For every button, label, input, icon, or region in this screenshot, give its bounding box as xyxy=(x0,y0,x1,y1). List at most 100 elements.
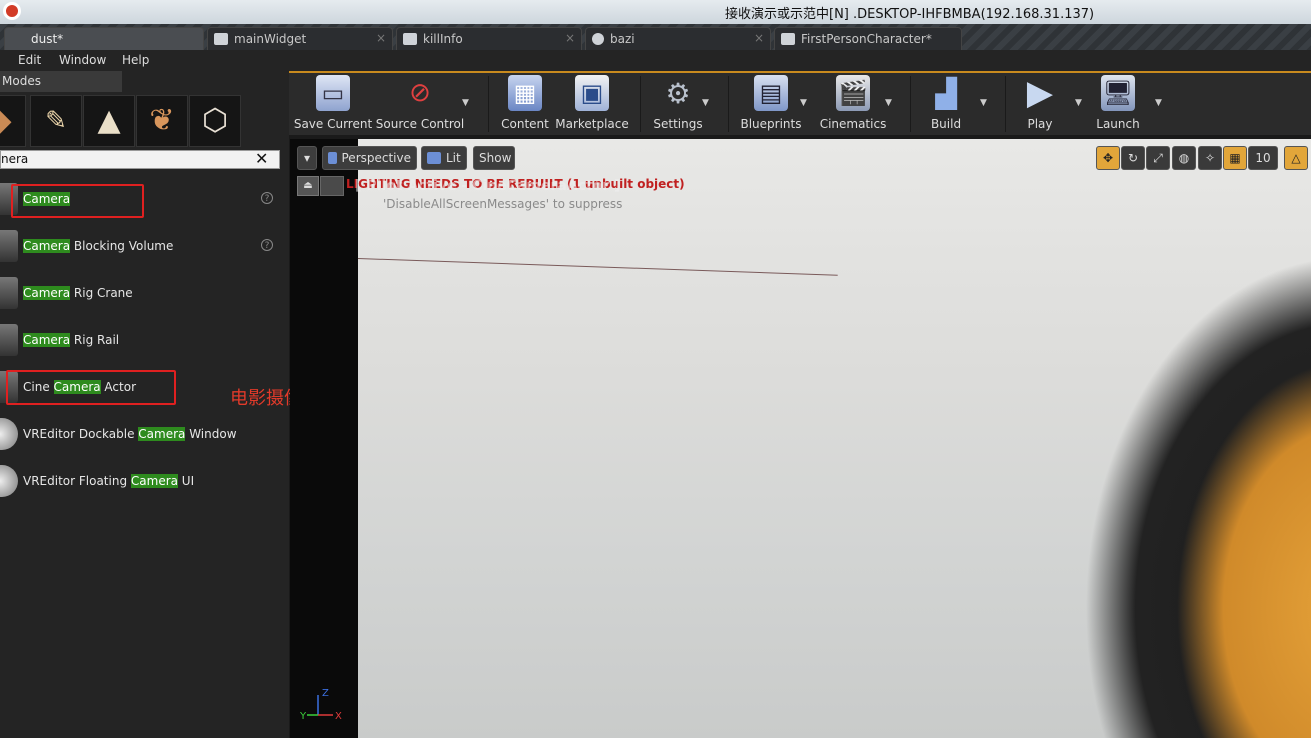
item-label: VREditor Floating Camera UI xyxy=(23,474,195,488)
settings-dropdown-icon[interactable]: ▼ xyxy=(702,98,709,108)
tab-label: killInfo xyxy=(423,32,463,46)
geometry-mode-button[interactable]: ⬡ xyxy=(189,95,241,147)
play-icon: ▶ xyxy=(1026,73,1054,113)
menu-edit[interactable]: Edit xyxy=(18,53,41,67)
toolbar-divider xyxy=(1005,76,1006,132)
viewport-options-button[interactable]: ▾ xyxy=(297,146,317,170)
content-button[interactable]: ▦ Content xyxy=(500,75,550,133)
lit-button[interactable]: Lit xyxy=(421,146,467,170)
scale-mode-icon[interactable]: ⤢ xyxy=(1146,146,1170,170)
tab-label: bazi xyxy=(610,32,635,46)
blueprints-icon: ▤ xyxy=(754,75,788,111)
tab-firstpersoncharacter[interactable]: FirstPersonCharacter* xyxy=(774,27,962,50)
rotate-mode-icon[interactable]: ↻ xyxy=(1121,146,1145,170)
toolbar-divider xyxy=(640,76,641,132)
close-icon[interactable]: × xyxy=(754,31,764,45)
suppress-hint: 'DisableAllScreenMessages' to suppress xyxy=(383,197,623,211)
sphere-thumbnail-icon xyxy=(0,465,18,497)
annotation-box-cine-camera xyxy=(6,370,176,405)
content-browser-icon: ▦ xyxy=(508,75,542,111)
rotation-snap-icon[interactable]: △ xyxy=(1284,146,1308,170)
list-item-camera-blocking-volume[interactable]: Camera Blocking Volume ? xyxy=(0,224,283,268)
modes-tab[interactable]: Modes xyxy=(0,71,122,92)
widget-blueprint-icon xyxy=(214,33,228,45)
tab-bazi[interactable]: bazi × xyxy=(585,27,771,50)
close-icon[interactable]: × xyxy=(565,31,575,45)
launch-button[interactable]: 🖥 Launch xyxy=(1094,75,1142,133)
close-icon[interactable]: × xyxy=(376,31,386,45)
marketplace-icon: ▣ xyxy=(575,75,609,111)
tab-dust[interactable]: dust* xyxy=(4,27,204,50)
chevron-down-icon: ▾ xyxy=(303,151,311,165)
y-axis-label: Y xyxy=(299,711,307,722)
build-icon: ▟ xyxy=(935,76,957,110)
foliage-mode-button[interactable]: ❦ xyxy=(136,95,188,147)
play-button[interactable]: ▶ Play xyxy=(1018,73,1062,133)
list-item-camera-rig-rail[interactable]: Camera Rig Rail xyxy=(0,318,283,362)
marketplace-button[interactable]: ▣ Marketplace xyxy=(555,75,629,133)
help-icon[interactable]: ? xyxy=(261,239,273,251)
surface-snap-icon[interactable]: ✧ xyxy=(1198,146,1222,170)
blueprint-icon xyxy=(781,33,795,45)
eject-pilot-icon[interactable]: ⏏ xyxy=(297,176,319,196)
play-dropdown-icon[interactable]: ▼ xyxy=(1075,98,1082,108)
tab-mainwidget[interactable]: mainWidget × xyxy=(207,27,393,50)
toolbar-divider xyxy=(488,76,489,132)
widget-blueprint-icon xyxy=(403,33,417,45)
tab-killinfo[interactable]: killInfo × xyxy=(396,27,582,50)
paint-mode-button[interactable]: ✎ xyxy=(30,95,82,147)
grid-snap-value[interactable]: 10 xyxy=(1248,146,1278,170)
source-control-dropdown-icon[interactable]: ▼ xyxy=(462,98,469,108)
search-input[interactable]: nera xyxy=(0,150,280,169)
save-icon: ▭ xyxy=(316,75,350,111)
pilot-camera-icon[interactable] xyxy=(320,176,344,196)
item-label: Camera Rig Rail xyxy=(23,333,120,347)
settings-button[interactable]: ⚙ Settings xyxy=(652,75,704,133)
source-control-button[interactable]: ⊘ Source Control xyxy=(376,75,464,133)
show-button[interactable]: Show xyxy=(473,146,515,170)
paint-mode-icon: ✎ xyxy=(45,106,67,136)
clear-search-icon[interactable]: ✕ xyxy=(255,149,268,168)
blueprints-dropdown-icon[interactable]: ▼ xyxy=(800,98,807,108)
annotation-box-camera xyxy=(11,184,144,218)
list-item-camera-rig-crane[interactable]: Camera Rig Crane xyxy=(0,271,283,315)
place-mode-button[interactable]: ◆ xyxy=(0,95,26,147)
level-viewport[interactable] xyxy=(290,139,1311,738)
build-button[interactable]: ▟ Build xyxy=(925,75,967,133)
toolbar-label: Cinematics xyxy=(819,117,887,131)
perspective-button[interactable]: Perspective xyxy=(322,146,417,170)
world-local-icon[interactable]: ◍ xyxy=(1172,146,1196,170)
item-label: Camera Blocking Volume xyxy=(23,239,174,253)
menu-bar xyxy=(0,50,1311,71)
help-icon[interactable]: ? xyxy=(261,192,273,204)
rig-rail-thumbnail-icon xyxy=(0,324,18,356)
translate-mode-icon[interactable]: ✥ xyxy=(1096,146,1120,170)
launch-dropdown-icon[interactable]: ▼ xyxy=(1155,98,1162,108)
source-control-icon: ⊘ xyxy=(409,78,431,108)
save-current-button[interactable]: ▭ Save Current xyxy=(293,75,373,133)
toolbar-label: Save Current xyxy=(293,117,373,131)
unreal-logo-icon xyxy=(3,2,21,20)
blueprints-button[interactable]: ▤ Blueprints xyxy=(740,75,802,133)
cinematics-dropdown-icon[interactable]: ▼ xyxy=(885,98,892,108)
toolbar-label: Play xyxy=(1027,117,1053,131)
toolbar-label: Settings xyxy=(653,117,703,131)
menu-help[interactable]: Help xyxy=(122,53,149,67)
launch-icon: 🖥 xyxy=(1101,75,1135,111)
grid-snap-icon[interactable]: ▦ xyxy=(1223,146,1247,170)
show-label: Show xyxy=(479,151,512,165)
build-dropdown-icon[interactable]: ▼ xyxy=(980,98,987,108)
landscape-mode-button[interactable]: ▲ xyxy=(83,95,135,147)
perspective-icon xyxy=(328,152,337,164)
menu-window[interactable]: Window xyxy=(59,53,106,67)
axis-gizmo: Z Y X xyxy=(299,688,342,722)
cinematics-button[interactable]: 🎬 Cinematics xyxy=(820,75,886,133)
list-item-vreditor-floating-camera-ui[interactable]: VREditor Floating Camera UI xyxy=(0,459,283,503)
item-label: VREditor Dockable Camera Window xyxy=(23,427,237,441)
sphere-thumbnail-icon xyxy=(0,418,18,450)
list-item-vreditor-dockable-camera-window[interactable]: VREditor Dockable Camera Window xyxy=(0,412,283,456)
landscape-mode-icon: ▲ xyxy=(97,103,121,138)
material-sphere-icon xyxy=(592,33,604,45)
geometry-mode-icon: ⬡ xyxy=(201,103,229,138)
perspective-label: Perspective xyxy=(341,151,412,165)
